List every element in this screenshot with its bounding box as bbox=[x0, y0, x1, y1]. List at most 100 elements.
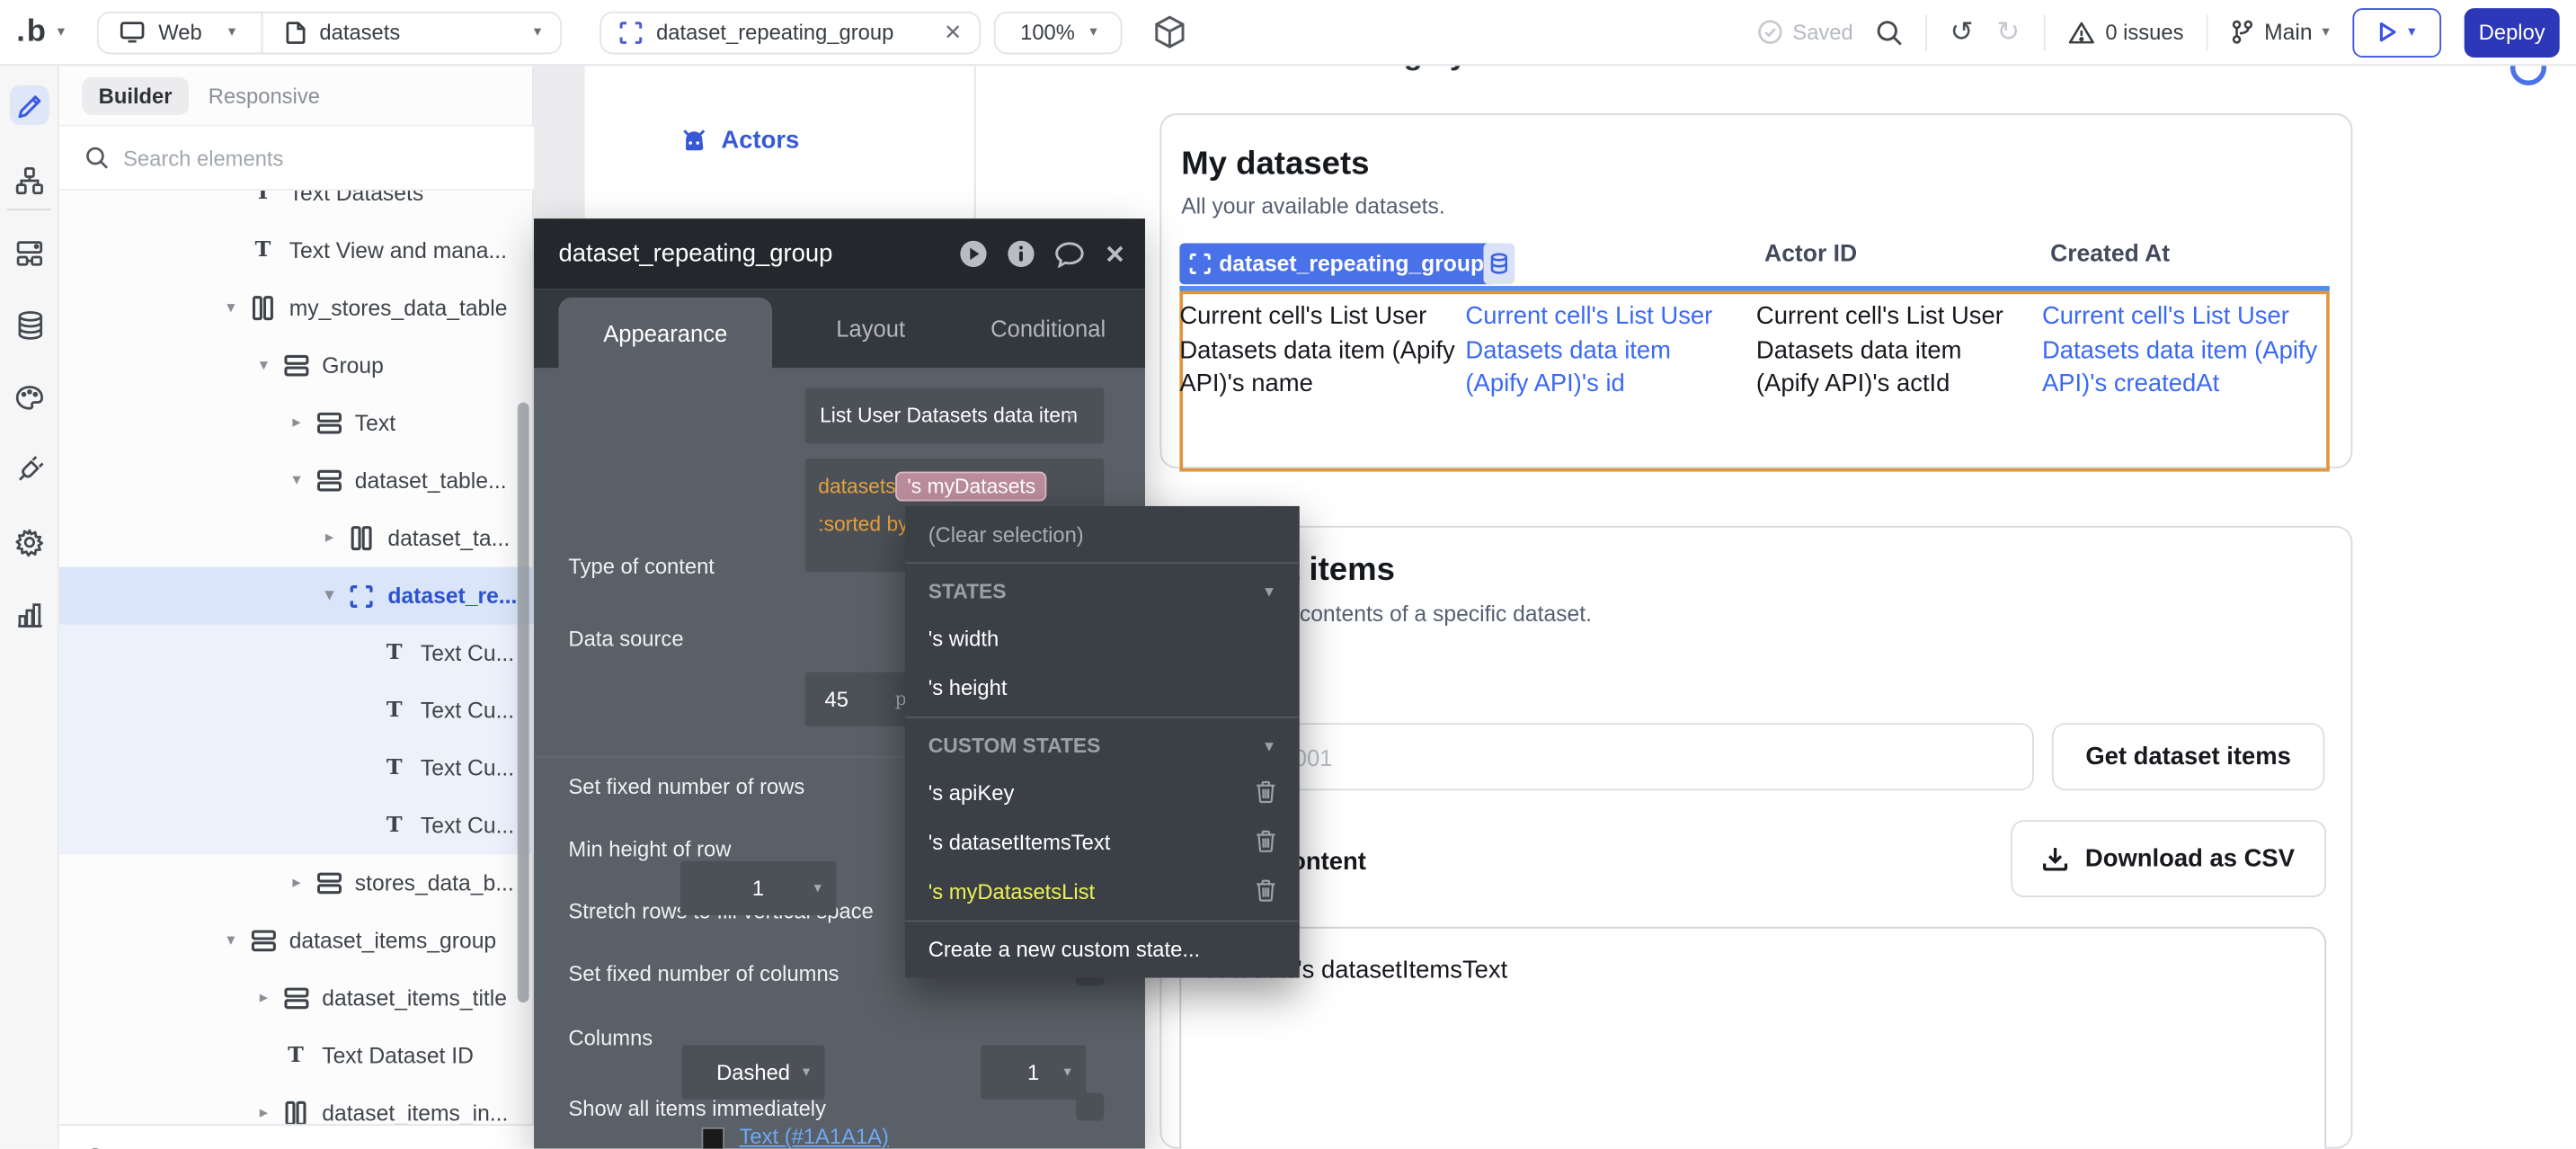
state-dropdown-menu: (Clear selection) STATES▼'s width's heigh… bbox=[905, 506, 1300, 978]
rail-settings-button gear-icon[interactable] bbox=[10, 522, 49, 562]
collapse-arrow-icon[interactable]: ▾ bbox=[292, 472, 315, 490]
expand-arrow-icon[interactable]: ▸ bbox=[292, 874, 315, 892]
tab-builder[interactable]: Builder bbox=[82, 76, 188, 114]
color-value-link[interactable]: Text (#1A1A1A) bbox=[740, 1124, 889, 1148]
tree-scrollbar[interactable] bbox=[518, 403, 529, 1002]
menu-item-state[interactable]: 's height bbox=[905, 663, 1300, 712]
component-cube-icon[interactable] bbox=[1154, 14, 1187, 49]
columns-label: Columns bbox=[568, 1026, 653, 1050]
tab-responsive[interactable]: Responsive bbox=[209, 83, 320, 107]
selected-element-badge[interactable]: dataset_repeating_group bbox=[1179, 244, 1497, 285]
menu-item-clear-selection[interactable]: (Clear selection) bbox=[905, 512, 1300, 557]
rail-pages-button sitemap-icon[interactable] bbox=[10, 161, 49, 200]
menu-section-custom-states[interactable]: CUSTOM STATES▼ bbox=[905, 723, 1300, 767]
comment-bubble-icon[interactable] bbox=[1055, 241, 1085, 267]
trash-icon[interactable] bbox=[1255, 879, 1276, 903]
search-elements-input[interactable]: Search elements bbox=[59, 127, 534, 191]
tab-appearance[interactable]: Appearance bbox=[558, 298, 772, 369]
tree-item-text-cu[interactable]: TText Cu... bbox=[59, 625, 534, 682]
collapse-arrow-icon[interactable]: ▾ bbox=[260, 357, 283, 375]
columns-select[interactable]: 1▾ bbox=[680, 861, 837, 915]
element-tab[interactable]: dataset_repeating_group ✕ bbox=[600, 11, 982, 54]
tree-item-text-datasets[interactable]: TText Datasets bbox=[59, 191, 534, 222]
rail-data-button database-icon[interactable] bbox=[10, 306, 49, 345]
menu-item-custom-state[interactable]: 's myDatasetsList bbox=[905, 866, 1300, 915]
elements-panel: Builder Responsive Search elements TText… bbox=[59, 66, 534, 1149]
expand-arrow-icon[interactable]: ▸ bbox=[292, 414, 315, 432]
info-circle-icon[interactable] bbox=[1008, 240, 1035, 268]
collapse-arrow-icon[interactable]: ▾ bbox=[227, 931, 250, 949]
tree-item-dataset-items-group[interactable]: ▾dataset_items_group bbox=[59, 912, 534, 969]
expand-arrow-icon[interactable]: ▸ bbox=[260, 1104, 283, 1122]
type-of-content-select[interactable]: List User Datasets data item ▾ bbox=[805, 387, 1105, 443]
rail-logs-button chart-icon[interactable] bbox=[10, 595, 49, 635]
expression-text[interactable]: datasets bbox=[818, 475, 895, 498]
collapse-arrow-icon[interactable]: ▾ bbox=[227, 299, 250, 317]
tree-item-text-dataset-id[interactable]: TText Dataset ID bbox=[59, 1027, 534, 1084]
rail-components-button components-icon[interactable] bbox=[10, 234, 49, 273]
download-csv-button[interactable]: Download as CSV bbox=[2011, 820, 2326, 897]
tree-item-text-cu[interactable]: TText Cu... bbox=[59, 682, 534, 740]
separator-style-select[interactable]: Dashed▾ bbox=[682, 1045, 825, 1099]
collapse-arrow-icon[interactable]: ▾ bbox=[325, 587, 349, 605]
tree-item-text[interactable]: ▸Text bbox=[59, 395, 534, 452]
get-dataset-items-button[interactable]: Get dataset items bbox=[2052, 723, 2324, 790]
menu-item-create-custom-state[interactable]: Create a new custom state... bbox=[905, 927, 1300, 971]
dataset-id-input[interactable]: dataset_001 bbox=[1181, 723, 2034, 790]
inspector-header[interactable]: dataset_repeating_group ✕ bbox=[534, 218, 1145, 289]
color-swatch[interactable] bbox=[701, 1127, 724, 1149]
branch-selector[interactable]: Main ▾ bbox=[2232, 20, 2330, 44]
menu-section-states[interactable]: STATES▼ bbox=[905, 568, 1300, 612]
deploy-button[interactable]: Deploy bbox=[2465, 7, 2560, 57]
close-icon[interactable]: ✕ bbox=[1105, 239, 1125, 269]
preview-circle-icon[interactable] bbox=[960, 240, 988, 268]
menu-item-custom-state[interactable]: 's apiKey bbox=[905, 768, 1300, 817]
tree-item-text-cu[interactable]: TText Cu... bbox=[59, 740, 534, 797]
tab-layout[interactable]: Layout bbox=[796, 289, 945, 369]
tree-item-label: Text Cu... bbox=[421, 814, 514, 838]
data-source-chip[interactable] bbox=[1484, 244, 1515, 285]
rail-styles-button palette-icon[interactable] bbox=[10, 378, 49, 417]
left-icon-rail bbox=[0, 66, 59, 1149]
search-assets-input[interactable]: Search assets bbox=[59, 1124, 534, 1148]
element-tree: TText DatasetsTText View and mana...▾my_… bbox=[59, 191, 534, 1149]
rail-design-button pencil-icon[interactable] bbox=[10, 85, 49, 125]
preview-button[interactable]: ▾ bbox=[2352, 7, 2441, 57]
expand-arrow-icon[interactable]: ▸ bbox=[325, 530, 349, 548]
undo-icon[interactable]: ↺ bbox=[1950, 15, 1974, 49]
mode-caret-icon[interactable]: ▾ bbox=[228, 23, 235, 41]
close-tab-icon[interactable]: ✕ bbox=[944, 19, 962, 45]
issues-indicator[interactable]: 0 issues bbox=[2067, 20, 2183, 44]
mode-selector[interactable]: Web bbox=[158, 20, 201, 44]
redo-icon[interactable]: ↻ bbox=[1996, 15, 2020, 49]
tree-item-stores-data-b[interactable]: ▸stores_data_b... bbox=[59, 854, 534, 912]
tab-conditional[interactable]: Conditional bbox=[958, 289, 1139, 369]
separator-width-select[interactable]: 1▾ bbox=[981, 1045, 1086, 1099]
tree-item-dataset-ta[interactable]: ▸dataset_ta... bbox=[59, 510, 534, 567]
nav-item-actors[interactable]: Actors bbox=[680, 127, 800, 155]
card-dataset-items: Dataset items Explore the contents of a … bbox=[1159, 526, 2352, 1149]
expand-arrow-icon[interactable]: ▸ bbox=[260, 989, 283, 1007]
state-token[interactable]: 's myDatasets bbox=[896, 472, 1047, 502]
page-caret-icon[interactable]: ▾ bbox=[534, 23, 541, 41]
tree-item-my-stores-data-table[interactable]: ▾my_stores_data_table bbox=[59, 280, 534, 337]
tree-item-dataset-items-title[interactable]: ▸dataset_items_title bbox=[59, 969, 534, 1027]
trash-icon[interactable] bbox=[1255, 780, 1276, 804]
tree-item-text-cu[interactable]: TText Cu... bbox=[59, 797, 534, 854]
tree-item-text-view-and-mana[interactable]: TText View and mana... bbox=[59, 222, 534, 280]
menu-item-custom-state[interactable]: 's datasetItemsText bbox=[905, 816, 1300, 866]
tree-item-dataset-re[interactable]: ▾dataset_re... bbox=[59, 567, 534, 625]
menu-divider bbox=[905, 717, 1300, 718]
expression-text-line2[interactable]: :sorted by bbox=[818, 512, 908, 536]
tree-item-group[interactable]: ▾Group bbox=[59, 337, 534, 395]
menu-item-state[interactable]: 's width bbox=[905, 613, 1300, 663]
zoom-control[interactable]: 100% ▾ bbox=[995, 11, 1124, 54]
search-placeholder: Search elements bbox=[123, 146, 283, 170]
trash-icon[interactable] bbox=[1255, 830, 1276, 853]
bubble-logo[interactable]: .b bbox=[16, 14, 46, 50]
page-selector[interactable]: datasets bbox=[319, 20, 400, 44]
logo-menu-caret-icon[interactable]: ▾ bbox=[58, 23, 65, 41]
search-icon[interactable] bbox=[1876, 19, 1902, 45]
tree-item-dataset-table[interactable]: ▾dataset_table... bbox=[59, 452, 534, 510]
rail-plugins-button plug-icon[interactable] bbox=[10, 450, 49, 490]
